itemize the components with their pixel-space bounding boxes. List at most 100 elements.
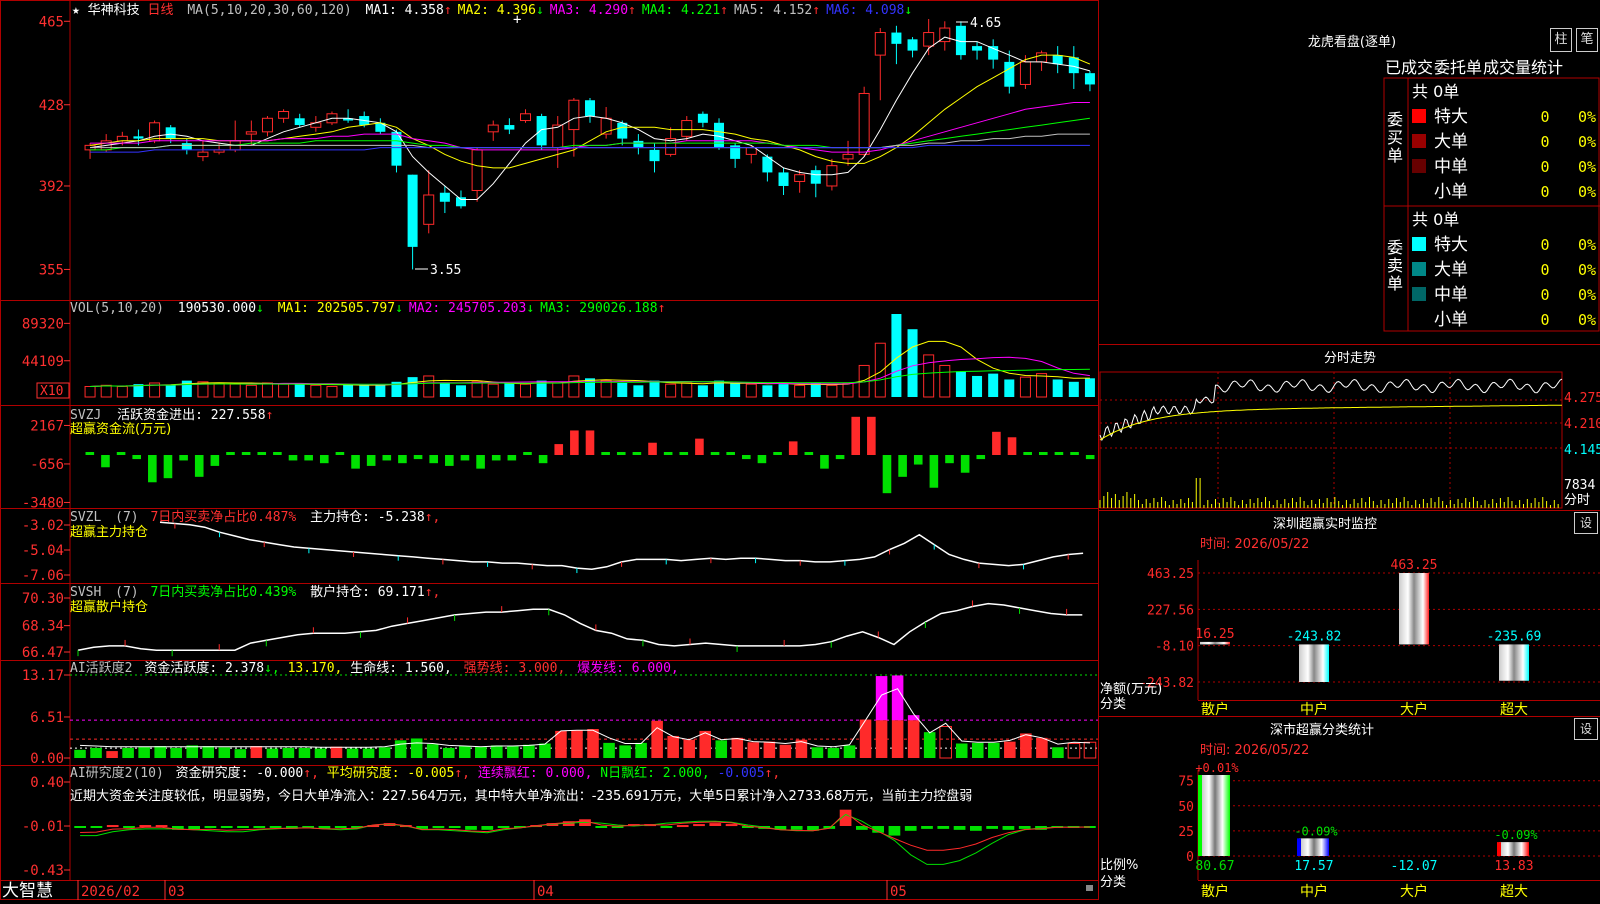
flow-bar-out [929,455,939,488]
activity-bar [507,746,519,758]
flow-bar-out [445,455,454,466]
y-tick-label: 0.40 [30,775,64,791]
intraday-vol-unit: 分时 [1564,493,1590,508]
flow-bar-small [523,452,532,455]
flow-bar-out [319,455,329,464]
candle-body-up [261,117,273,133]
flow-bar-small [1038,452,1048,455]
order-pct: 0% [1578,133,1596,151]
ss-value-label: 13.83 [1494,859,1533,874]
bar-mode-button[interactable]: 柱 [1550,28,1572,52]
activity-bar [410,738,423,758]
activity-bar [988,742,1000,758]
research-bar-up [106,825,119,828]
svsh-header: SVSH (7) 7日内买卖净占比0.439% 散户持仓: 69.171↑, [70,584,440,600]
vol-unit: X10 [40,384,63,399]
vol-bar-up [229,383,241,398]
order-type: 大单 [1434,132,1468,152]
order-count: 0 [1540,286,1549,304]
ss-tick-label: 25 [1178,825,1194,840]
order-side-label: 委 [1387,238,1403,257]
flow-bar-out [398,455,407,464]
ss-bar-edge [1497,842,1501,856]
activity-bar [106,751,118,758]
candle-body-down [504,125,515,130]
vol-bar-up [826,384,838,398]
svzj-subtitle: 超赢资金流(万元) [70,421,171,437]
sz-monitor-chart: 463.25 227.56 -8.10 -243.82 净额(万元)分类 16.25 散户 -… [1100,558,1600,718]
candle-body-down [697,113,708,123]
flow-bar-small [226,452,235,455]
order-count: 0 [1540,311,1549,329]
tab-filled[interactable]: 已成交 [1385,58,1433,77]
ss-value-label: 80.67 [1195,859,1234,874]
vol-bar-down [439,382,450,397]
low-price-label: 3.55 [430,263,461,278]
activity-bar [875,720,888,758]
svzj-header: SVZJ 活跃资金进出: 227.558↑ [70,407,273,423]
order-pct: 0% [1578,286,1596,304]
vol-bar-up [794,384,806,398]
flow-bar-small [679,452,689,455]
order-type: 小单 [1434,182,1468,202]
candle-body-down [1052,55,1063,65]
activity-bar [298,747,311,758]
ma-arrow: ↓ [904,3,912,18]
vol-bar-up [278,383,290,398]
ma-arrow: ↑ [812,3,820,18]
candle-body-up [423,194,435,225]
vol-bar-up [519,383,531,398]
vol-ma-arrow: ↑ [658,301,666,316]
vol-bar-down [359,385,370,397]
y-tick-label: 6.51 [30,710,64,726]
vol-bar-down [988,373,999,397]
activity-bar [971,742,984,758]
activity-bar [587,729,599,758]
vol-bar-down [343,384,354,397]
intraday-chart[interactable]: 4.275 4.210 4.145 7834分时 [1099,371,1600,509]
activity-bar [667,735,679,758]
tab-orders[interactable]: 委托单 [1434,58,1482,77]
vol-ma-value: MA3: 290026.188 [540,301,657,316]
order-side-label: 委 [1387,110,1403,129]
y-tick-label: 465 [39,14,64,30]
activity-bar [250,746,263,758]
order-type: 小单 [1434,310,1468,330]
candle-body-down [891,32,902,44]
activity-bar [827,747,840,758]
sz-monitor-settings-button[interactable]: 设 [1574,512,1598,534]
vol-bar-down [455,385,466,397]
candle-body-up [858,92,870,155]
chart-canvas[interactable]: ★ 华神科技 日线 MA(5,10,20,30,60,120) MA1: 4.3… [0,0,1600,901]
sz-value-label: -243.82 [1287,629,1342,644]
ss-tick-label: 50 [1178,800,1194,815]
research-bar-down [595,826,608,828]
vol-bar-up [874,342,886,398]
star-icon: ★ [72,3,80,18]
ma-value: MA4: 4.221 [642,3,720,18]
activity-bar [90,747,102,758]
tab-volume-stats[interactable]: 成交量统计 [1483,58,1563,77]
vol-bar-down [810,382,821,397]
vol-bar-up [939,364,951,398]
order-count: 0 [1540,158,1549,176]
y-tick-label: 13.17 [22,668,64,684]
activity-bar [154,746,166,758]
flow-bar-small [726,452,735,455]
vol-bar-up [842,382,854,398]
tick-mode-button[interactable]: 笔 [1576,28,1598,52]
research-bar-down [269,826,282,828]
ss-top-label: -0.09% [1294,824,1338,838]
candle-body-up [1019,61,1031,85]
activity-bar [138,746,150,758]
lhb-tabs[interactable]: 已成交 委托单 成交量统计 [1385,58,1563,77]
intraday-frame [1099,371,1563,509]
candle-body-down [165,127,176,139]
y-tick-label: 428 [39,98,64,114]
candle-body-down [455,197,466,207]
order-count: 0 [1540,183,1549,201]
activity-bar [619,745,631,758]
activity-bar [603,742,615,758]
vol-bar-up [84,385,96,398]
ss-stats-settings-button[interactable]: 设 [1574,718,1598,740]
